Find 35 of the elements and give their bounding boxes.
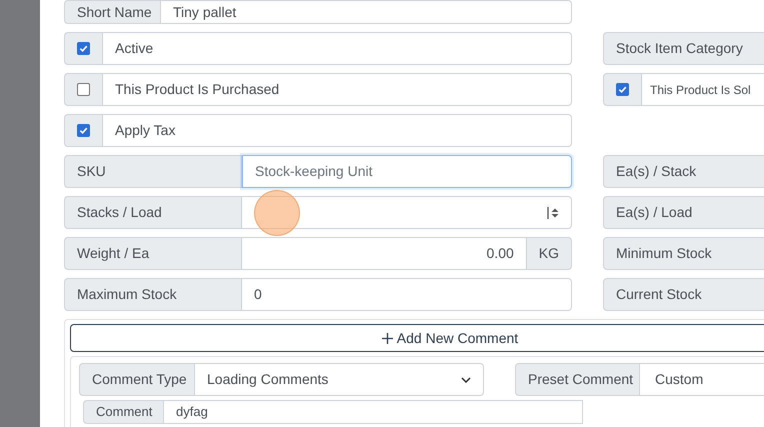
spinner-arrows-icon[interactable] xyxy=(547,206,559,220)
field-label: Ea(s) / Stack xyxy=(603,155,764,188)
add-comment-button[interactable]: Add New Comment xyxy=(70,324,764,352)
number-input[interactable]: 0 xyxy=(242,278,572,311)
plus-icon xyxy=(382,332,393,344)
sku-input[interactable]: Stock-keeping Unit xyxy=(242,155,572,188)
field-label: Ea(s) / Load xyxy=(603,196,764,229)
number-input[interactable] xyxy=(242,196,572,229)
field-label: Stock Item Category xyxy=(603,32,764,65)
field-label: Current Stock xyxy=(603,278,764,311)
checkbox-label: This Product Is Sol xyxy=(642,73,764,106)
checkbox[interactable] xyxy=(77,83,90,96)
text-input[interactable]: Tiny pallet xyxy=(161,0,572,24)
checkbox[interactable] xyxy=(616,83,629,96)
preset-comment-select[interactable]: Custom xyxy=(640,363,764,396)
field-label: Comment xyxy=(83,400,164,424)
field-label: Weight / Ea xyxy=(64,237,242,270)
field-label: Comment Type xyxy=(79,363,195,396)
field-label: Preset Comment xyxy=(515,363,640,396)
checkbox-label: Active xyxy=(103,32,572,65)
checkbox-label: Apply Tax xyxy=(103,114,572,147)
field-label: Minimum Stock xyxy=(603,237,764,270)
click-indicator xyxy=(254,190,300,236)
comment-type-select[interactable]: Loading Comments xyxy=(195,363,484,396)
comment-input[interactable]: dyfag xyxy=(164,400,583,424)
field-label: SKU xyxy=(64,155,242,188)
checkbox-label: This Product Is Purchased xyxy=(103,73,572,106)
unit-label: KG xyxy=(526,237,572,270)
field-label: Short Name xyxy=(64,0,161,24)
checkbox[interactable] xyxy=(77,42,90,55)
field-label: Stacks / Load xyxy=(64,196,242,229)
chevron-down-icon xyxy=(461,376,471,382)
number-input[interactable]: 0.00 xyxy=(242,237,527,270)
checkbox[interactable] xyxy=(77,124,90,137)
field-label: Maximum Stock xyxy=(64,278,242,311)
